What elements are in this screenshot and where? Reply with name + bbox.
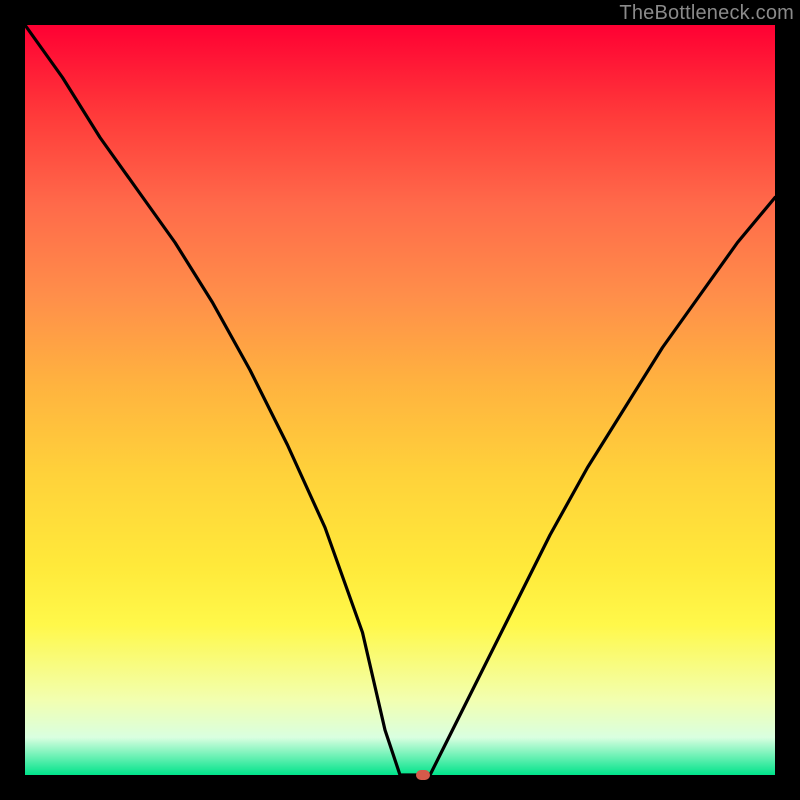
curve-svg (25, 25, 775, 775)
min-marker (416, 770, 430, 780)
chart-stage: TheBottleneck.com (0, 0, 800, 800)
plot-area (25, 25, 775, 775)
watermark-text: TheBottleneck.com (619, 2, 794, 25)
bottleneck-curve-path (25, 25, 775, 775)
